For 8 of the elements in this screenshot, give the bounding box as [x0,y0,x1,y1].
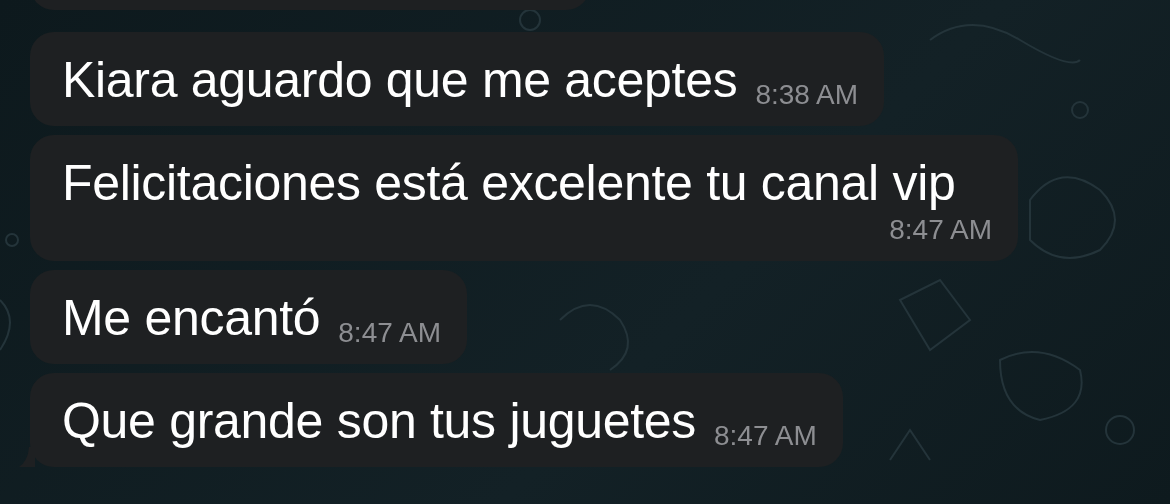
message-time: 8:47 AM [338,316,441,350]
message-text: Kiara aguardo que me aceptes [62,51,738,110]
message-text: Me encantó [62,289,321,348]
message-text: Felicitaciones está excelente tu canal vip [62,154,956,213]
message-time: 8:47 AM [889,213,992,247]
message-time: 8:38 AM [755,78,859,112]
message-text: Que grande son tus juguetes [62,392,696,451]
message-time: 8:47 AM [714,419,817,453]
